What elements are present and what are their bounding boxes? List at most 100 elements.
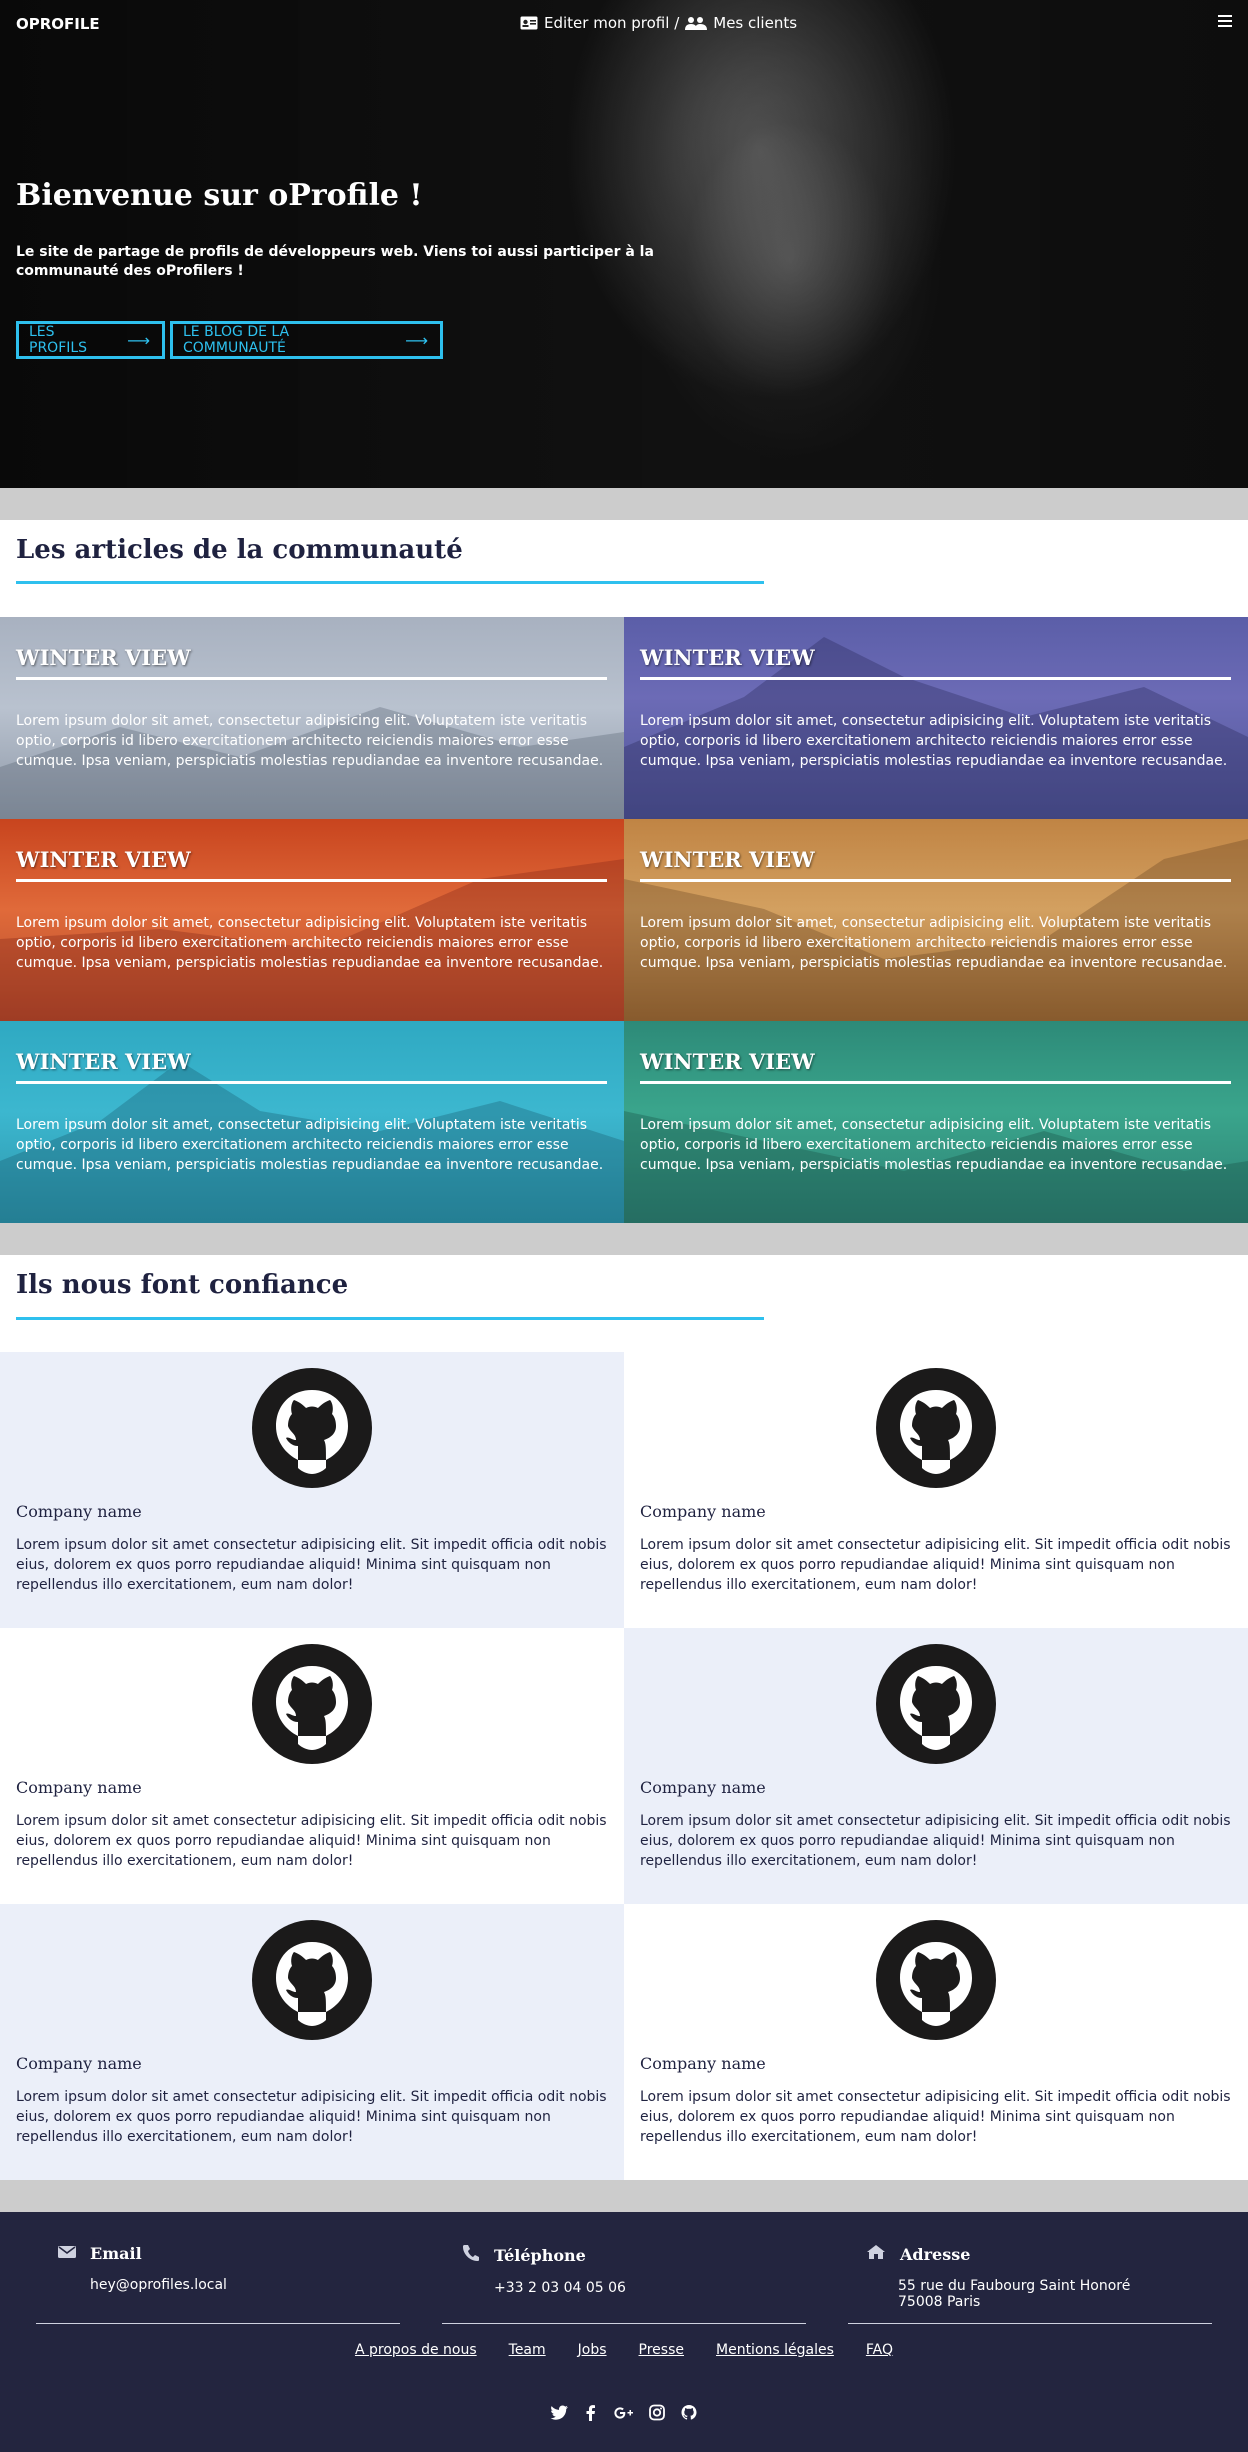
footer-email: Email hey@oprofiles.local [58,2244,227,2293]
top-navbar: OPROFILE Editer mon profil / Mes clients [0,0,1248,48]
client-description: Lorem ipsum dolor sit amet consectetur a… [640,1537,1231,1593]
article-title: WINTER VIEW [640,645,815,670]
email-value[interactable]: hey@oprofiles.local [58,2277,227,2293]
footer-divider [36,2323,400,2324]
article-divider [16,677,607,680]
article-card[interactable]: WINTER VIEW Lorem ipsum dolor sit amet, … [0,819,624,1021]
article-title: WINTER VIEW [640,1049,815,1074]
hero-banner: OPROFILE Editer mon profil / Mes clients… [0,0,1248,488]
github-icon [252,1368,372,1488]
arrow-right-icon: ⟶ [127,330,150,350]
client-description: Lorem ipsum dolor sit amet consectetur a… [16,1813,607,1869]
client-card: Company name Lorem ipsum dolor sit amet … [624,1904,1248,2180]
clients-section-title: Ils nous font confiance [16,1270,349,1300]
article-divider [640,1081,1231,1084]
nav-edit-profile-link[interactable]: Editer mon profil / [544,14,679,32]
footer-link-press[interactable]: Presse [639,2342,684,2358]
client-name: Company name [16,1502,142,1521]
section-divider [0,1223,1248,1255]
articles-grid: WINTER VIEW Lorem ipsum dolor sit amet, … [0,617,1248,1223]
article-text: Lorem ipsum dolor sit amet, consectetur … [640,713,1228,769]
footer-links: A propos de nous Team Jobs Presse Mentio… [0,2342,1248,2358]
footer: Email hey@oprofiles.local Téléphone +33 … [0,2212,1248,2452]
blog-button[interactable]: LE BLOG DE LA COMMUNAUTÉ ⟶ [170,321,443,359]
hero-subtitle: Le site de partage de profils de dévelop… [16,244,654,279]
articles-title-underline [16,581,764,584]
article-title: WINTER VIEW [16,847,191,872]
client-name: Company name [16,1778,142,1797]
address-line: 75008 Paris [898,2294,981,2310]
envelope-icon [58,2244,76,2263]
client-name: Company name [16,2054,142,2073]
blog-button-label: LE BLOG DE LA COMMUNAUTÉ [183,324,290,356]
github-icon[interactable] [679,2404,699,2422]
footer-divider [848,2323,1212,2324]
github-icon [876,1920,996,2040]
footer-link-about[interactable]: A propos de nous [355,2342,477,2358]
article-text: Lorem ipsum dolor sit amet, consectetur … [16,1117,604,1173]
client-card: Company name Lorem ipsum dolor sit amet … [624,1352,1248,1628]
client-description: Lorem ipsum dolor sit amet consectetur a… [640,1813,1231,1869]
article-text: Lorem ipsum dolor sit amet, consectetur … [640,1117,1228,1173]
nav-links: Editer mon profil / Mes clients [520,14,797,32]
article-card[interactable]: WINTER VIEW Lorem ipsum dolor sit amet, … [0,617,624,819]
users-icon [685,16,708,30]
client-card: Company name Lorem ipsum dolor sit amet … [0,1904,624,2180]
menu-icon[interactable] [1218,15,1232,29]
hero-buttons: LES PROFILS ⟶ LE BLOG DE LA COMMUNAUTÉ ⟶ [16,321,443,359]
facebook-icon[interactable] [581,2404,601,2422]
id-card-icon [520,16,538,30]
github-icon [876,1368,996,1488]
phone-label: Téléphone [494,2245,586,2265]
articles-section-title: Les articles de la communauté [16,535,463,565]
nav-clients-link[interactable]: Mes clients [713,14,797,32]
article-divider [16,879,607,882]
instagram-icon[interactable] [647,2404,667,2422]
brand-logo[interactable]: OPROFILE [16,15,100,33]
article-divider [640,677,1231,680]
email-label: Email [90,2244,142,2263]
phone-icon [462,2244,480,2266]
client-description: Lorem ipsum dolor sit amet consectetur a… [640,2089,1231,2145]
footer-address: Adresse 55 rue du Faubourg Saint Honoré … [866,2244,1130,2310]
article-divider [640,879,1231,882]
home-icon [866,2244,886,2264]
github-icon [876,1644,996,1764]
footer-link-faq[interactable]: FAQ [866,2342,893,2358]
client-name: Company name [640,1778,766,1797]
address-line: 55 rue du Faubourg Saint Honoré [898,2278,1131,2294]
client-name: Company name [640,2054,766,2073]
social-links [0,2404,1248,2422]
article-card[interactable]: WINTER VIEW Lorem ipsum dolor sit amet, … [624,819,1248,1021]
google-plus-icon[interactable] [613,2404,635,2422]
section-divider [0,488,1248,520]
footer-phone: Téléphone +33 2 03 04 05 06 [462,2244,626,2296]
phone-value[interactable]: +33 2 03 04 05 06 [462,2280,626,2296]
section-divider [0,2180,1248,2212]
github-icon [252,1644,372,1764]
client-card: Company name Lorem ipsum dolor sit amet … [624,1628,1248,1904]
article-card[interactable]: WINTER VIEW Lorem ipsum dolor sit amet, … [624,1021,1248,1223]
clients-grid: Company name Lorem ipsum dolor sit amet … [0,1352,1248,2180]
footer-link-team[interactable]: Team [509,2342,546,2358]
article-title: WINTER VIEW [640,847,815,872]
footer-divider [442,2323,806,2324]
article-text: Lorem ipsum dolor sit amet, consectetur … [16,915,604,971]
clients-title-underline [16,1317,764,1320]
article-title: WINTER VIEW [16,1049,191,1074]
footer-link-jobs[interactable]: Jobs [578,2342,607,2358]
article-text: Lorem ipsum dolor sit amet, consectetur … [16,713,604,769]
article-card[interactable]: WINTER VIEW Lorem ipsum dolor sit amet, … [624,617,1248,819]
client-name: Company name [640,1502,766,1521]
profiles-button[interactable]: LES PROFILS ⟶ [16,321,165,359]
twitter-icon[interactable] [549,2404,569,2422]
article-title: WINTER VIEW [16,645,191,670]
client-card: Company name Lorem ipsum dolor sit amet … [0,1352,624,1628]
article-card[interactable]: WINTER VIEW Lorem ipsum dolor sit amet, … [0,1021,624,1223]
address-label: Adresse [900,2244,971,2264]
footer-link-legal[interactable]: Mentions légales [716,2342,834,2358]
article-divider [16,1081,607,1084]
profiles-button-label: LES PROFILS [29,324,88,356]
arrow-right-icon: ⟶ [405,330,428,350]
client-card: Company name Lorem ipsum dolor sit amet … [0,1628,624,1904]
